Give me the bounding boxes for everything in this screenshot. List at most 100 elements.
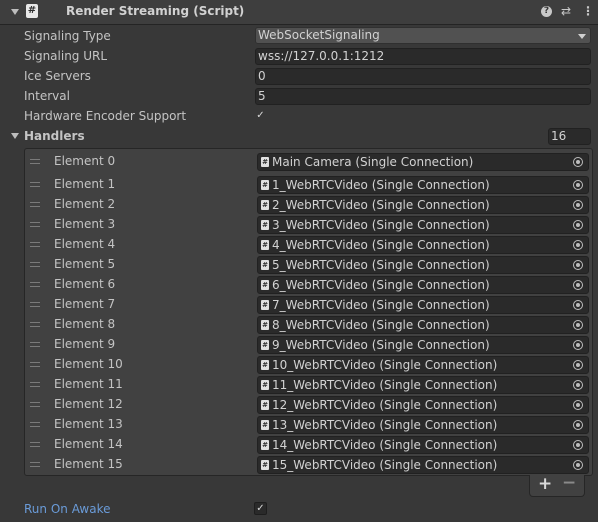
interval-field[interactable]: 5 (255, 88, 591, 105)
handler-row[interactable]: Element 7 #7_WebRTCVideo (Single Connecti… (25, 295, 592, 315)
handler-row[interactable]: Element 2 #2_WebRTCVideo (Single Connecti… (25, 195, 592, 215)
help-icon[interactable]: ? (541, 6, 552, 17)
handler-row[interactable]: Element 12 #12_WebRTCVideo (Single Connec… (25, 395, 592, 415)
add-element-button[interactable]: + (538, 474, 552, 494)
object-picker-icon[interactable] (573, 360, 583, 370)
drag-handle-icon[interactable] (30, 262, 40, 267)
drag-handle-icon[interactable] (30, 342, 40, 347)
run-on-awake-checkbox[interactable]: ✓ (254, 502, 267, 515)
handler-row[interactable]: Element 15 #15_WebRTCVideo (Single Connec… (25, 455, 592, 475)
script-icon: # (261, 280, 269, 290)
object-picker-icon[interactable] (573, 320, 583, 330)
object-picker-icon[interactable] (573, 240, 583, 250)
handlers-label: Handlers (24, 129, 85, 143)
object-picker-icon[interactable] (573, 280, 583, 290)
drag-handle-icon[interactable] (30, 222, 40, 227)
drag-handle-icon[interactable] (30, 302, 40, 307)
object-field[interactable]: #5_WebRTCVideo (Single Connection) (257, 256, 589, 274)
object-picker-icon[interactable] (573, 200, 583, 210)
script-icon: # (261, 220, 269, 230)
script-icon: # (261, 157, 269, 167)
object-picker-icon[interactable] (573, 180, 583, 190)
handler-row[interactable]: Element 13 #13_WebRTCVideo (Single Connec… (25, 415, 592, 435)
signaling-url-field[interactable]: wss://127.0.0.1:1212 (255, 48, 591, 65)
script-icon: # (261, 460, 269, 470)
kebab-menu-icon[interactable]: ⋮ (582, 4, 594, 18)
object-field[interactable]: #13_WebRTCVideo (Single Connection) (257, 416, 589, 434)
handler-row[interactable]: Element 11 #11_WebRTCVideo (Single Connec… (25, 375, 592, 395)
drag-handle-icon[interactable] (30, 242, 40, 247)
object-field[interactable]: #12_WebRTCVideo (Single Connection) (257, 396, 589, 414)
object-field[interactable]: #6_WebRTCVideo (Single Connection) (257, 276, 589, 294)
object-field[interactable]: #2_WebRTCVideo (Single Connection) (257, 196, 589, 214)
object-picker-icon[interactable] (573, 300, 583, 310)
remove-element-button[interactable]: − (562, 473, 576, 493)
object-field-value: 10_WebRTCVideo (Single Connection) (272, 358, 498, 372)
handler-row[interactable]: Element 3 #3_WebRTCVideo (Single Connecti… (25, 215, 592, 235)
handlers-count-field[interactable]: 16 (548, 128, 591, 145)
drag-handle-icon[interactable] (30, 382, 40, 387)
object-picker-icon[interactable] (573, 157, 583, 167)
component-header[interactable]: # Render Streaming (Script) ? ⇄ ⋮ (0, 0, 598, 25)
drag-handle-icon[interactable] (30, 362, 40, 367)
handler-row[interactable]: Element 10 #10_WebRTCVideo (Single Connec… (25, 355, 592, 375)
object-field[interactable]: #11_WebRTCVideo (Single Connection) (257, 376, 589, 394)
object-field[interactable]: #7_WebRTCVideo (Single Connection) (257, 296, 589, 314)
object-field[interactable]: #15_WebRTCVideo (Single Connection) (257, 456, 589, 474)
handler-row[interactable]: Element 0 # Main Camera (Single Connection… (25, 152, 592, 172)
object-field-value: Main Camera (Single Connection) (272, 155, 474, 169)
signaling-type-label: Signaling Type (24, 29, 111, 43)
object-field[interactable]: #4_WebRTCVideo (Single Connection) (257, 236, 589, 254)
drag-handle-icon[interactable] (30, 202, 40, 207)
handler-row[interactable]: Element 8 #8_WebRTCVideo (Single Connecti… (25, 315, 592, 335)
object-field[interactable]: # Main Camera (Single Connection) (257, 153, 589, 171)
handler-row[interactable]: Element 5 #5_WebRTCVideo (Single Connecti… (25, 255, 592, 275)
object-field[interactable]: #3_WebRTCVideo (Single Connection) (257, 216, 589, 234)
script-icon: # (261, 360, 269, 370)
handlers-foldout-icon[interactable] (11, 133, 19, 139)
drag-handle-icon[interactable] (30, 159, 40, 164)
drag-handle-icon[interactable] (30, 462, 40, 467)
handler-row[interactable]: Element 6 #6_WebRTCVideo (Single Connecti… (25, 275, 592, 295)
object-field[interactable]: #1_WebRTCVideo (Single Connection) (257, 176, 589, 194)
preset-icon[interactable]: ⇄ (561, 4, 571, 18)
script-icon: # (261, 440, 269, 450)
foldout-arrow-icon[interactable] (11, 9, 19, 15)
handler-row[interactable]: Element 1 #1_WebRTCVideo (Single Connecti… (25, 175, 592, 195)
element-label: Element 1 (54, 177, 116, 191)
drag-handle-icon[interactable] (30, 182, 40, 187)
drag-handle-icon[interactable] (30, 282, 40, 287)
object-picker-icon[interactable] (573, 400, 583, 410)
object-picker-icon[interactable] (573, 380, 583, 390)
drag-handle-icon[interactable] (30, 422, 40, 427)
handler-row[interactable]: Element 4 #4_WebRTCVideo (Single Connecti… (25, 235, 592, 255)
drag-handle-icon[interactable] (30, 442, 40, 447)
drag-handle-icon[interactable] (30, 402, 40, 407)
element-label: Element 15 (54, 457, 123, 471)
object-field[interactable]: #9_WebRTCVideo (Single Connection) (257, 336, 589, 354)
handler-row[interactable]: Element 14 #14_WebRTCVideo (Single Connec… (25, 435, 592, 455)
signaling-type-value: WebSocketSignaling (258, 28, 380, 42)
object-picker-icon[interactable] (573, 440, 583, 450)
run-on-awake-label: Run On Awake (24, 502, 111, 516)
hardware-encoder-checkbox[interactable]: ✓ (254, 109, 267, 122)
element-label: Element 5 (54, 257, 116, 271)
object-field[interactable]: #8_WebRTCVideo (Single Connection) (257, 316, 589, 334)
script-icon: # (261, 240, 269, 250)
object-picker-icon[interactable] (573, 260, 583, 270)
signaling-type-dropdown[interactable]: WebSocketSignaling (255, 27, 591, 44)
handler-row[interactable]: Element 9 #9_WebRTCVideo (Single Connecti… (25, 335, 592, 355)
element-label: Element 8 (54, 317, 116, 331)
ice-servers-field[interactable]: 0 (255, 68, 591, 85)
object-field-value: 7_WebRTCVideo (Single Connection) (272, 298, 490, 312)
object-picker-icon[interactable] (573, 340, 583, 350)
object-field[interactable]: #10_WebRTCVideo (Single Connection) (257, 356, 589, 374)
object-picker-icon[interactable] (573, 220, 583, 230)
drag-handle-icon[interactable] (30, 322, 40, 327)
object-picker-icon[interactable] (573, 460, 583, 470)
element-label: Element 7 (54, 297, 116, 311)
element-label: Element 13 (54, 417, 123, 431)
object-picker-icon[interactable] (573, 420, 583, 430)
element-label: Element 3 (54, 217, 116, 231)
object-field[interactable]: #14_WebRTCVideo (Single Connection) (257, 436, 589, 454)
